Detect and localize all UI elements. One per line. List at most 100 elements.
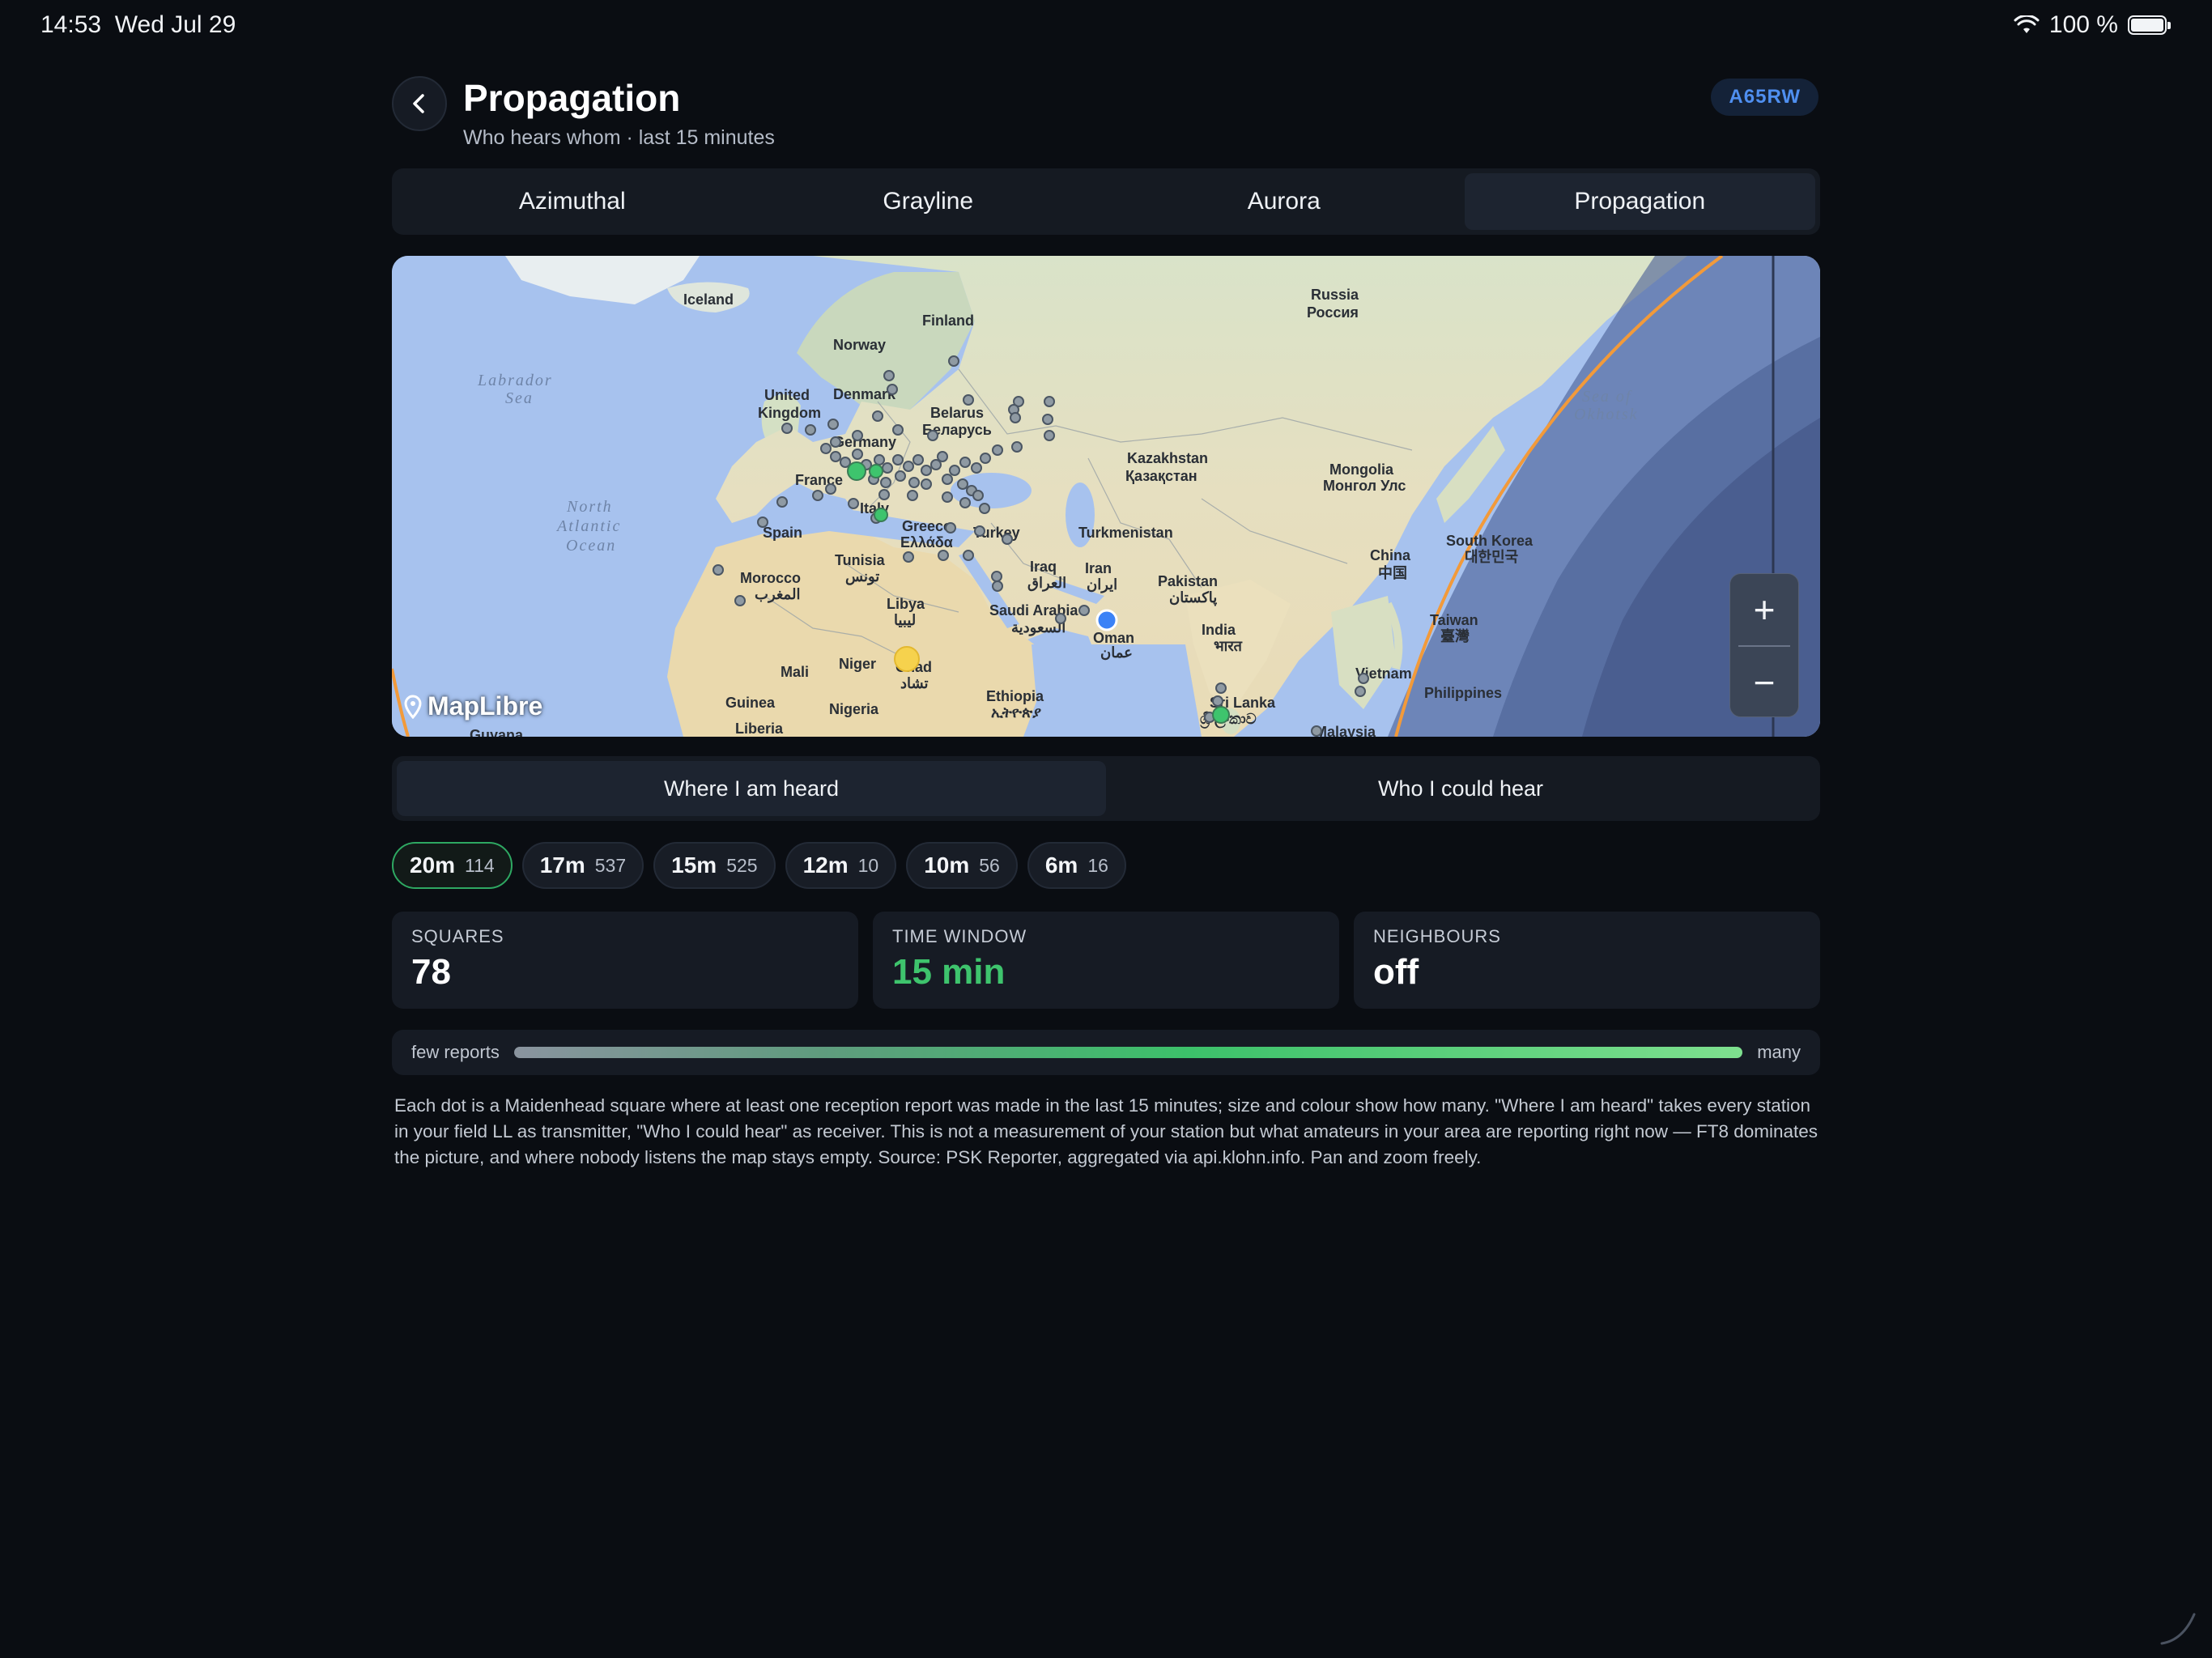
stat-value: 15 min <box>892 952 1006 992</box>
report-dot <box>734 595 746 606</box>
band-chip-20m[interactable]: 20m 114 <box>392 842 513 889</box>
label-india: India <box>1202 622 1236 638</box>
zoom-out-button[interactable]: − <box>1730 647 1798 718</box>
stat-label: SQUARES <box>411 926 504 946</box>
status-right: 100 % <box>2014 11 2171 39</box>
tab-grayline[interactable]: Grayline <box>753 173 1104 230</box>
report-dot <box>945 522 956 534</box>
report-dot <box>942 474 953 485</box>
report-dot <box>825 483 836 495</box>
wifi-icon <box>2014 15 2040 33</box>
report-dot <box>1010 412 1021 423</box>
label-belarus: Belarus <box>930 405 984 421</box>
label-greece: Greece <box>902 518 951 534</box>
report-dot <box>948 355 959 367</box>
who-i-could-hear-button[interactable]: Who I could hear <box>1106 761 1815 816</box>
label-okhotsk-1: Sea of <box>1582 388 1632 406</box>
stat-value: off <box>1373 952 1419 992</box>
band-chip-12m[interactable]: 12m 10 <box>785 842 897 889</box>
label-greece-local: Ελλάδα <box>900 534 953 551</box>
label-france: France <box>795 472 843 488</box>
report-dot <box>963 550 974 561</box>
report-dot <box>949 465 960 476</box>
report-dot <box>938 550 949 561</box>
report-dot <box>820 443 832 454</box>
label-kazakhstan: Kazakhstan <box>1127 450 1208 466</box>
propagation-map[interactable]: Iceland Finland Norway Russia Россия Uni… <box>392 256 1820 737</box>
report-dot <box>1311 725 1322 737</box>
maplibre-attribution[interactable]: MapLibre <box>403 691 542 721</box>
label-finland: Finland <box>922 312 974 329</box>
report-dot <box>1042 414 1053 425</box>
report-density-legend: few reports many <box>392 1030 1820 1075</box>
report-dot <box>927 430 938 441</box>
report-dot <box>805 424 816 436</box>
label-labrador: Labrador <box>477 372 553 389</box>
map-mode-tabs: Azimuthal Grayline Aurora Propagation <box>392 168 1820 235</box>
home-location-marker <box>1095 609 1118 631</box>
band-chip-17m[interactable]: 17m 537 <box>521 842 644 889</box>
report-dot <box>852 449 863 460</box>
label-pakistan-local: پاکستان <box>1169 589 1217 606</box>
legend-gradient-bar <box>513 1047 1743 1058</box>
report-dot <box>979 503 990 514</box>
where-i-am-heard-button[interactable]: Where I am heard <box>397 761 1106 816</box>
report-dot <box>1212 695 1223 707</box>
label-germany: Germany <box>833 434 896 450</box>
resize-corner-icon <box>2160 1613 2196 1645</box>
report-dot <box>1002 534 1013 545</box>
report-dot <box>872 410 883 422</box>
label-kazakhstan-local: Қазақстан <box>1125 468 1197 484</box>
report-dot <box>957 478 968 490</box>
label-mongolia: Mongolia <box>1329 461 1394 478</box>
label-uk-2: Kingdom <box>758 405 821 421</box>
report-dot <box>1215 682 1227 694</box>
report-dot <box>1078 605 1090 616</box>
report-dot <box>781 423 793 434</box>
label-guinea: Guinea <box>725 695 776 711</box>
map-canvas[interactable]: Iceland Finland Norway Russia Россия Uni… <box>392 256 1820 737</box>
band-chip-10m[interactable]: 10m 56 <box>906 842 1018 889</box>
band-selector: 20m 114 17m 537 15m 525 12m 10 10m 56 6m… <box>392 842 1126 889</box>
report-dot <box>1011 441 1023 453</box>
report-dot <box>992 444 1003 456</box>
report-dot <box>852 430 863 441</box>
page-title: Propagation <box>463 77 681 119</box>
label-mongolia-local: Монгол Улс <box>1323 478 1406 494</box>
tab-propagation[interactable]: Propagation <box>1464 173 1815 230</box>
label-oman-local: عمان <box>1100 644 1133 661</box>
label-iceland: Iceland <box>683 291 734 308</box>
label-south-korea-local: 대한민국 <box>1465 549 1518 565</box>
tab-azimuthal[interactable]: Azimuthal <box>397 173 748 230</box>
report-dot <box>937 451 948 462</box>
legend-min-label: few reports <box>411 1042 500 1062</box>
report-dot <box>874 454 885 466</box>
label-turkmenistan: Turkmenistan <box>1078 525 1173 541</box>
label-okhotsk-2: Okhotsk <box>1574 406 1639 423</box>
label-norway: Norway <box>833 337 886 353</box>
label-nigeria: Nigeria <box>829 701 879 717</box>
label-ethiopia-local: ኢትዮጵያ <box>991 704 1041 721</box>
report-dot <box>1044 430 1055 441</box>
report-dot <box>907 490 918 501</box>
report-dot <box>1355 686 1366 697</box>
back-button[interactable] <box>392 76 447 131</box>
band-chip-15m[interactable]: 15m 525 <box>653 842 776 889</box>
report-dot <box>992 580 1003 592</box>
tab-aurora[interactable]: Aurora <box>1108 173 1460 230</box>
band-chip-6m[interactable]: 6m 16 <box>1027 842 1126 889</box>
battery-icon <box>2128 15 2171 35</box>
callsign-badge: A65RW <box>1711 79 1819 116</box>
map-pin-icon <box>404 694 422 719</box>
map-description: Each dot is a Maidenhead square where at… <box>394 1095 1819 1167</box>
report-dot <box>959 497 971 508</box>
label-spain: Spain <box>763 525 802 541</box>
label-russia-local: Россия <box>1307 304 1359 321</box>
label-libya: Libya <box>887 596 925 612</box>
report-dot <box>980 453 991 464</box>
zoom-in-button[interactable]: + <box>1730 574 1798 645</box>
report-dot <box>892 424 904 436</box>
report-dot <box>974 525 985 537</box>
label-china-local: 中国 <box>1378 564 1407 581</box>
report-dot <box>878 489 890 500</box>
